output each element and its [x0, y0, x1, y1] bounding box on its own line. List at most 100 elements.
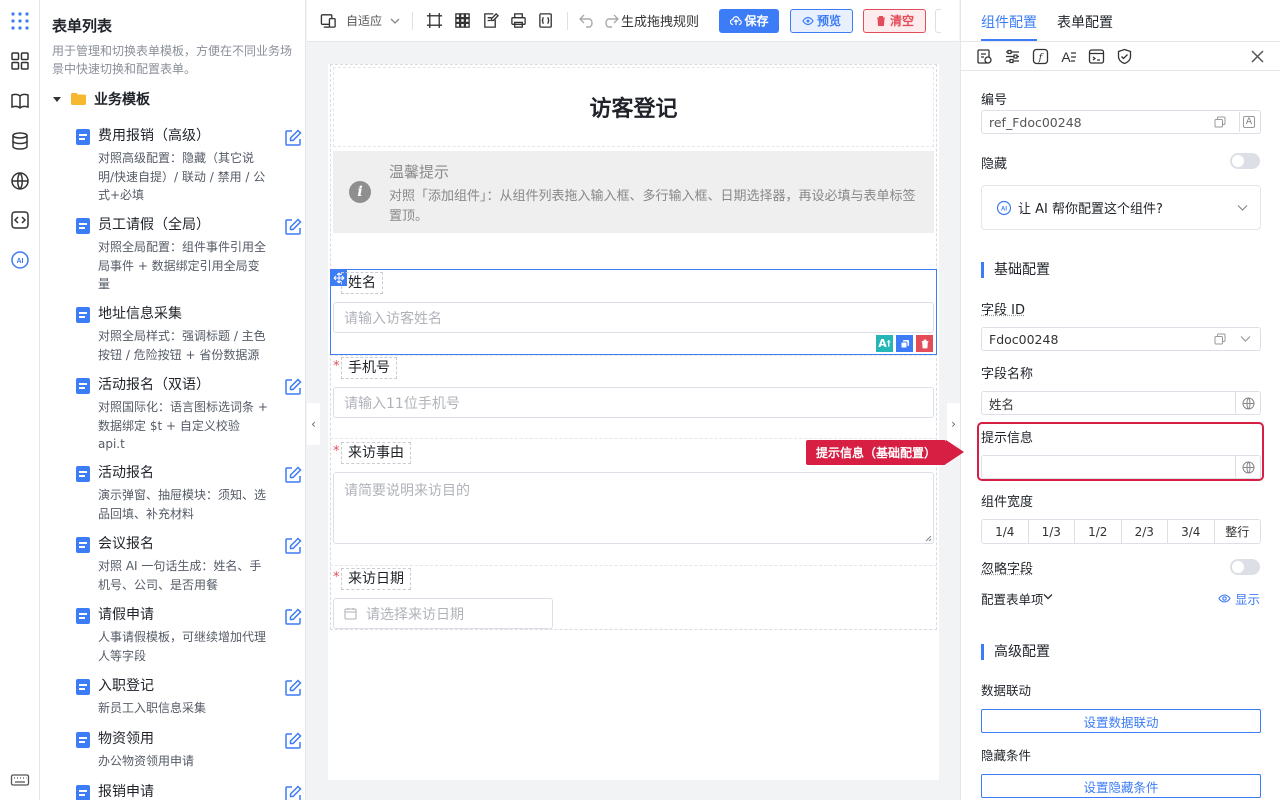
ai-config-banner[interactable]: AI 让 AI 帮你配置这个组件? — [981, 185, 1261, 230]
undo-icon[interactable] — [579, 14, 596, 28]
chevron-down-icon[interactable] — [1043, 593, 1053, 601]
chevron-down-icon[interactable] — [390, 16, 400, 26]
components-icon[interactable] — [9, 50, 31, 72]
code-icon[interactable] — [9, 209, 31, 231]
property-doc-icon[interactable] — [976, 48, 993, 65]
edit-icon[interactable] — [284, 378, 302, 396]
globe-icon[interactable] — [9, 170, 31, 192]
print-icon[interactable] — [508, 11, 528, 31]
clear-button[interactable]: 清空 — [863, 9, 926, 33]
width-option[interactable]: 1/2 — [1075, 520, 1122, 543]
template-item[interactable]: 会议报名 对照 AI 一句话生成：姓名、手机号、公司、是否用餐 — [76, 533, 302, 593]
id-label: 编号 — [981, 89, 1007, 108]
edit-icon[interactable] — [284, 785, 302, 800]
width-option[interactable]: 整行 — [1215, 520, 1261, 543]
template-item[interactable]: 费用报销（高级） 对照高级配置：隐藏（其它说明/快速自提）/ 联动 / 禁用 /… — [76, 125, 302, 203]
width-option[interactable]: 1/3 — [1029, 520, 1076, 543]
template-item[interactable]: 请假申请 人事请假模板，可继续增加代理人等字段 — [76, 604, 302, 664]
template-item[interactable]: 报销申请 — [76, 781, 302, 800]
edit-icon[interactable] — [284, 679, 302, 697]
function-icon[interactable]: f — [1032, 48, 1049, 65]
document-icon — [76, 129, 90, 145]
globe-icon[interactable] — [1235, 392, 1260, 414]
show-toggle-link[interactable]: 显示 — [1218, 589, 1260, 608]
edit-icon[interactable] — [284, 732, 302, 750]
reason-textarea[interactable]: 请简要说明来访目的 — [333, 472, 934, 544]
ai-action-icon[interactable]: A † — [876, 335, 893, 352]
config-icon-row: f A — [961, 43, 1280, 71]
resize-handle-icon[interactable] — [925, 535, 932, 542]
drag-rules-button[interactable]: 生成拖拽规则 — [621, 11, 699, 30]
icon-rail: AI — [0, 0, 40, 800]
edit-icon[interactable] — [284, 129, 302, 147]
hidden-label: 隐藏 — [981, 153, 1007, 172]
edit-doc-icon[interactable] — [480, 11, 500, 31]
template-item[interactable]: 地址信息采集 对照全局样式：强调标题 / 主色按钮 / 危险按钮 + 省份数据源 — [76, 303, 302, 363]
document-icon — [76, 608, 90, 624]
tab-component-config[interactable]: 组件配置 — [981, 12, 1037, 32]
crop-icon[interactable] — [424, 11, 444, 31]
sliders-icon[interactable] — [1004, 48, 1021, 65]
width-option[interactable]: 2/3 — [1122, 520, 1169, 543]
keyboard-icon[interactable] — [9, 769, 31, 791]
tip-block[interactable]: i 温馨提示 对照「添加组件」：从组件列表拖入输入框、多行输入框、日期选择器，再… — [333, 151, 934, 233]
book-icon[interactable] — [9, 90, 31, 112]
ignore-toggle[interactable] — [1230, 559, 1260, 575]
template-item[interactable]: 物资领用 办公物资领用申请 — [76, 728, 302, 770]
config-items-label[interactable]: 配置表单项 — [981, 589, 1044, 608]
hidden-toggle[interactable] — [1230, 153, 1260, 169]
template-item[interactable]: 活动报名 演示弹窗、抽屉模块：须知、选品回填、补充材料 — [76, 462, 302, 522]
edit-icon[interactable] — [284, 537, 302, 555]
set-hide-condition-button[interactable]: 设置隐藏条件 — [981, 774, 1261, 798]
width-option[interactable]: 1/4 — [982, 520, 1029, 543]
template-group[interactable]: 业务模板 — [52, 89, 150, 109]
width-option[interactable]: 3/4 — [1168, 520, 1215, 543]
required-mark: * — [333, 359, 340, 374]
device-icon[interactable] — [318, 11, 338, 31]
text-style-icon[interactable]: A — [1060, 48, 1077, 65]
code-window-icon[interactable] — [1088, 48, 1105, 65]
date-picker[interactable]: 请选择来访日期 — [333, 598, 553, 629]
svg-text:f: f — [1038, 53, 1045, 64]
overflow-button[interactable] — [935, 9, 941, 33]
copy-icon[interactable] — [896, 335, 913, 352]
close-icon[interactable] — [1249, 48, 1266, 65]
redo-icon[interactable] — [602, 14, 619, 28]
copy-icon[interactable] — [1214, 116, 1226, 128]
template-item[interactable]: 员工请假（全局） 对照全局配置：组件事件引用全局事件 + 数据绑定引用全局变量 — [76, 214, 302, 292]
template-item[interactable]: 入职登记 新员工入职信息采集 — [76, 675, 302, 717]
field-name-input[interactable]: 姓名 — [981, 391, 1261, 415]
field-id-label: 字段 ID — [981, 299, 1025, 318]
save-button[interactable]: 保存 — [719, 9, 779, 33]
viewport-select[interactable]: 自适应 — [346, 12, 382, 29]
edit-icon[interactable] — [284, 218, 302, 236]
chevron-down-icon[interactable] — [1240, 335, 1251, 343]
phone-input[interactable]: 请输入11位手机号 — [333, 387, 934, 418]
shield-icon[interactable] — [1116, 48, 1133, 65]
edit-icon[interactable] — [284, 466, 302, 484]
apps-grid-icon[interactable] — [9, 10, 31, 32]
config-tabs: 组件配置 表单配置 — [961, 0, 1280, 42]
translate-icon[interactable]: A — [1239, 112, 1258, 132]
editor-toolbar: 自适应 生成拖拽规则 保存 预览 清空 — [307, 0, 959, 42]
set-linkage-button[interactable]: 设置数据联动 — [981, 709, 1261, 733]
copy-icon[interactable] — [1214, 333, 1226, 345]
collapse-left-button[interactable]: ‹ — [307, 403, 320, 445]
grid-icon[interactable] — [452, 11, 472, 31]
json-icon[interactable] — [536, 11, 556, 31]
ai-icon[interactable]: AI — [9, 249, 31, 271]
active-tab-indicator — [981, 39, 1037, 41]
template-desc: 新员工入职信息采集 — [98, 699, 268, 718]
edit-icon[interactable] — [284, 608, 302, 626]
divider — [412, 12, 413, 30]
collapse-right-button[interactable]: › — [947, 403, 960, 445]
template-item[interactable]: 活动报名（双语） 对照国际化：语言图标选词条 + 数据绑定 $t + 自定义校验… — [76, 374, 302, 452]
document-icon — [76, 307, 90, 323]
database-icon[interactable] — [9, 130, 31, 152]
preview-button[interactable]: 预览 — [790, 9, 853, 33]
name-input[interactable]: 请输入访客姓名 — [333, 302, 934, 333]
tab-form-config[interactable]: 表单配置 — [1057, 12, 1113, 32]
document-icon — [76, 537, 90, 553]
info-icon: i — [349, 181, 371, 203]
delete-icon[interactable] — [916, 335, 933, 352]
